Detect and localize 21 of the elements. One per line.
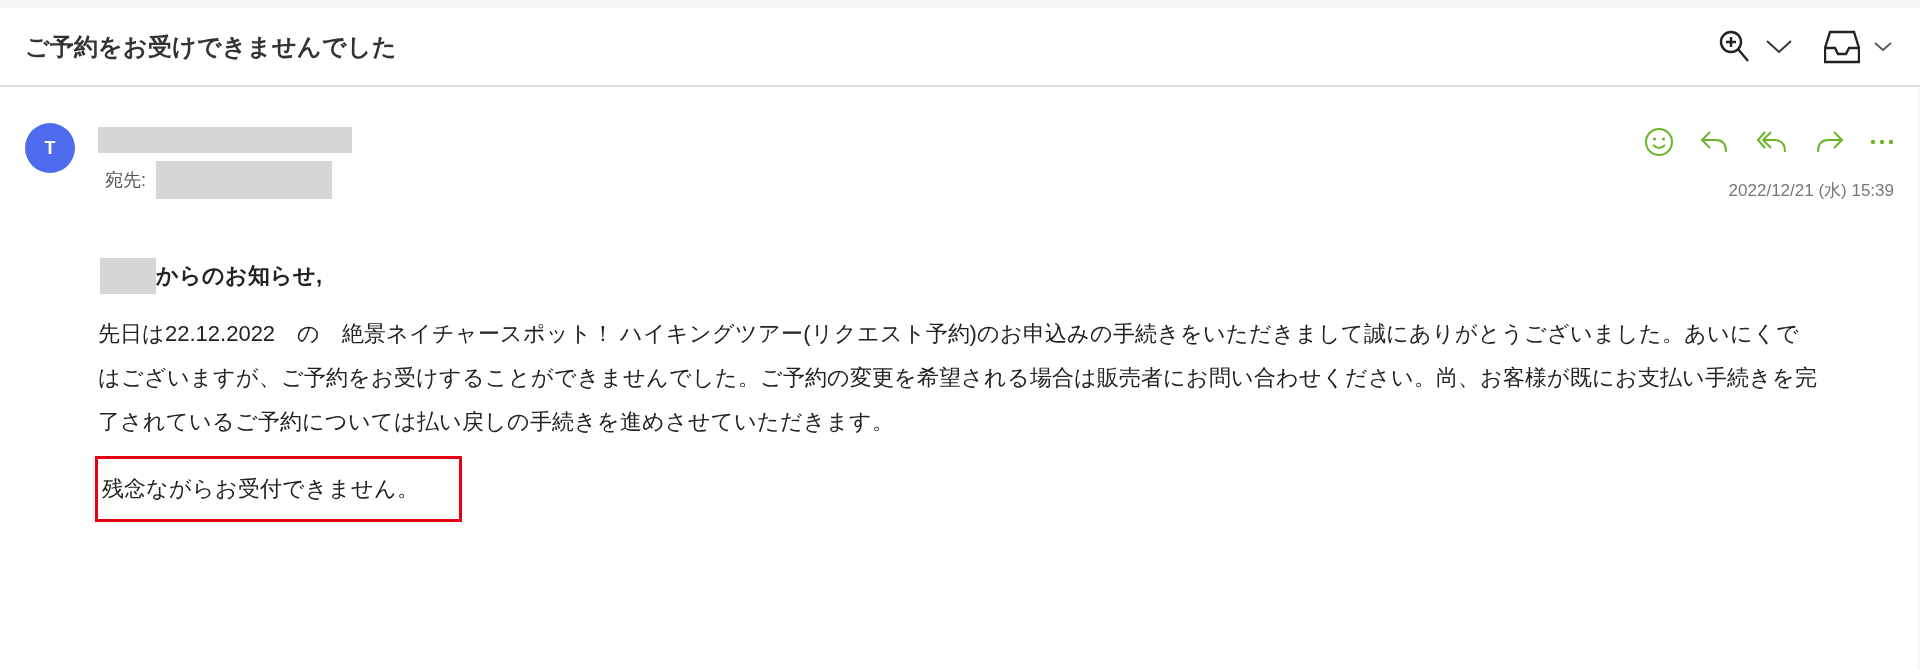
sent-date: 2022/12/21 (水) 15:39 [1728,180,1894,202]
message-paragraph: 先日は22.12.2022 の 絶景ネイチャースポット！ ハイキングツアー(リクエスト予約)のお申込みの手続きをいただきまして誠にありがとうございました。あいにくではございますが、ご予約をお受けすることができませんでした。ご予約の変更を希望される場合は販売者にお問い合わせください。尚、お客様が既にお支払い手続きを完了されているご予約については払い戻しの手続きを進めさせていただきます。 [98,320,1818,436]
reply-all-button[interactable] [1756,129,1788,155]
more-button[interactable] [1870,139,1894,145]
more-icon [1870,139,1894,145]
reply-all-icon [1756,129,1788,155]
chevron-down-icon [1766,39,1792,54]
notice-text: 残念ながらお受付できません。 [95,456,462,522]
greeting: からのお知らせ, [156,262,323,290]
reply-button[interactable] [1700,129,1730,155]
forward-button[interactable] [1814,129,1844,155]
recipient-label: 宛先: [105,169,146,192]
chevron-down-icon [1874,41,1892,52]
reply-icon [1700,129,1730,155]
redacted-name [100,258,156,294]
smiley-icon [1644,127,1674,157]
react-button[interactable] [1644,127,1674,157]
forward-icon [1814,129,1844,155]
message-subject: ご予約をお受けできませんでした [25,31,398,62]
inbox-tray-icon [1824,29,1860,64]
avatar: T [25,123,75,173]
